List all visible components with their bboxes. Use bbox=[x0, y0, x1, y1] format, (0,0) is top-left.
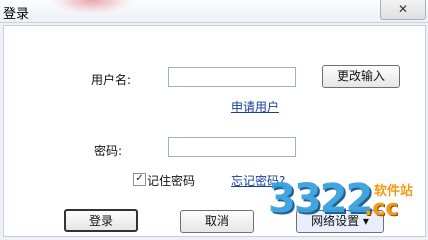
watermark-domain: .cc bbox=[364, 196, 399, 221]
close-icon: ✕ bbox=[397, 2, 409, 16]
close-button[interactable]: ✕ bbox=[380, 0, 426, 20]
password-input[interactable] bbox=[168, 137, 296, 157]
username-input[interactable] bbox=[168, 67, 296, 87]
remember-password-checkbox[interactable]: ✓ bbox=[133, 173, 146, 186]
cancel-button[interactable]: 取消 bbox=[180, 210, 254, 233]
title-bar: 登录 ✕ bbox=[0, 0, 428, 23]
password-label: 密码: bbox=[94, 144, 123, 158]
watermark-site-name: 软件站 bbox=[374, 184, 414, 199]
login-button[interactable]: 登录 bbox=[64, 209, 138, 232]
watermark-number: 3322 bbox=[268, 176, 373, 222]
register-link[interactable]: 申请用户 bbox=[231, 98, 279, 115]
remember-password-label: 记住密码 bbox=[147, 174, 196, 188]
window-title: 登录 bbox=[3, 7, 30, 22]
check-icon: ✓ bbox=[135, 173, 144, 184]
username-label: 用户名: bbox=[91, 73, 132, 87]
title-decoration bbox=[52, 0, 132, 14]
change-input-button[interactable]: 更改输入 bbox=[322, 65, 400, 88]
